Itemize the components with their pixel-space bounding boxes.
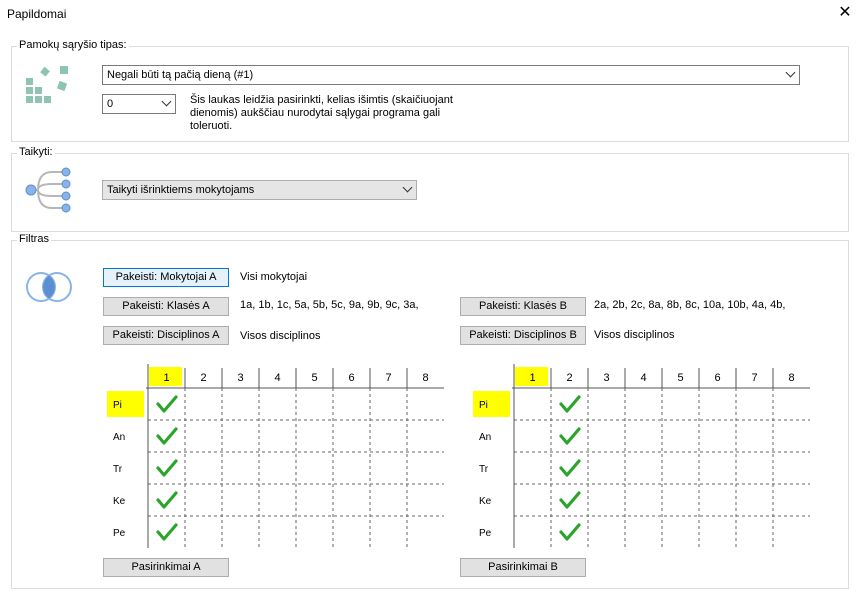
check-icon[interactable] xyxy=(559,427,581,445)
change-teachers-a-button[interactable]: Pakeisti: Mokytojai A xyxy=(103,268,229,287)
check-icon[interactable] xyxy=(156,395,178,413)
check-icon[interactable] xyxy=(156,427,178,445)
chevron-down-icon xyxy=(402,182,413,193)
selections-b-button[interactable]: Pasirinkimai B xyxy=(460,558,586,577)
period-header[interactable]: 2 xyxy=(566,372,572,384)
period-header[interactable]: 8 xyxy=(422,372,428,384)
day-label[interactable]: Pe xyxy=(479,528,492,539)
check-icon[interactable] xyxy=(156,459,178,477)
classes-a-value: 1a, 1b, 1c, 5a, 5b, 5c, 9a, 9b, 9c, 3a, xyxy=(240,299,419,311)
day-label[interactable]: Ke xyxy=(113,496,126,507)
filter-venn-icon xyxy=(26,272,72,302)
day-label[interactable]: Pi xyxy=(479,400,488,411)
check-icon[interactable] xyxy=(559,395,581,413)
period-header[interactable]: 3 xyxy=(603,372,609,384)
relation-type-legend: Pamokų sąryšio tipas: xyxy=(17,39,129,51)
chevron-down-icon xyxy=(785,67,796,78)
check-icon[interactable] xyxy=(156,523,178,541)
period-grid-b[interactable]: 1 2 3 4 5 6 7 8 Pi An Tr Ke Pe xyxy=(470,364,815,554)
day-label[interactable]: Tr xyxy=(479,464,489,475)
period-header[interactable]: 7 xyxy=(751,372,757,384)
window-title: Papildomai xyxy=(7,7,67,21)
period-header[interactable]: 6 xyxy=(714,372,720,384)
tree-icon xyxy=(25,167,71,213)
day-label[interactable]: Pi xyxy=(113,400,122,411)
apply-select[interactable]: Taikyti išrinktiems mokytojams xyxy=(102,180,417,200)
day-label[interactable]: An xyxy=(479,432,491,443)
period-header[interactable]: 2 xyxy=(200,372,206,384)
day-label[interactable]: Tr xyxy=(113,464,123,475)
selections-a-button[interactable]: Pasirinkimai A xyxy=(103,558,229,577)
classes-b-value: 2a, 2b, 2c, 8a, 8b, 8c, 10a, 10b, 4a, 4b… xyxy=(594,299,786,311)
subjects-b-value: Visos disciplinos xyxy=(594,329,675,341)
period-header[interactable]: 4 xyxy=(274,372,280,384)
period-header[interactable]: 6 xyxy=(348,372,354,384)
exceptions-value: 0 xyxy=(107,98,114,110)
check-icon[interactable] xyxy=(156,491,178,509)
chevron-down-icon xyxy=(161,96,172,107)
change-classes-b-button[interactable]: Pakeisti: Klasės B xyxy=(460,297,586,316)
period-header[interactable]: 7 xyxy=(385,372,391,384)
period-header[interactable]: 4 xyxy=(640,372,646,384)
check-icon[interactable] xyxy=(559,523,581,541)
apply-value: Taikyti išrinktiems mokytojams xyxy=(107,184,255,196)
relation-type-select[interactable]: Negali būti tą pačią dieną (#1) xyxy=(102,65,800,85)
apply-legend: Taikyti: xyxy=(17,146,55,158)
title-bar: Papildomai ✕ xyxy=(0,0,860,30)
day-label[interactable]: An xyxy=(113,432,125,443)
relation-type-icon xyxy=(26,66,68,103)
period-header[interactable]: 3 xyxy=(237,372,243,384)
period-header[interactable]: 1 xyxy=(163,372,169,384)
period-header[interactable]: 8 xyxy=(788,372,794,384)
close-icon[interactable]: ✕ xyxy=(836,4,854,22)
day-label[interactable]: Ke xyxy=(479,496,492,507)
day-label[interactable]: Pe xyxy=(113,528,126,539)
change-classes-a-button[interactable]: Pakeisti: Klasės A xyxy=(103,297,229,316)
change-subjects-a-button[interactable]: Pakeisti: Disciplinos A xyxy=(103,326,229,345)
check-icon[interactable] xyxy=(559,491,581,509)
change-subjects-b-button[interactable]: Pakeisti: Disciplinos B xyxy=(460,326,586,345)
period-header[interactable]: 1 xyxy=(529,372,535,384)
subjects-a-value: Visos disciplinos xyxy=(240,330,321,342)
exceptions-select[interactable]: 0 xyxy=(102,94,176,114)
period-grid-a[interactable]: 1 2 3 4 5 6 7 8 Pi An Tr Ke Pe xyxy=(104,364,449,554)
teachers-a-value: Visi mokytojai xyxy=(240,271,308,283)
exceptions-description: Šis laukas leidžia pasirinkti, kelias iš… xyxy=(190,94,453,132)
period-header[interactable]: 5 xyxy=(311,372,317,384)
filter-legend: Filtras xyxy=(17,233,51,245)
check-icon[interactable] xyxy=(559,459,581,477)
relation-type-value: Negali būti tą pačią dieną (#1) xyxy=(107,69,254,81)
period-header[interactable]: 5 xyxy=(677,372,683,384)
